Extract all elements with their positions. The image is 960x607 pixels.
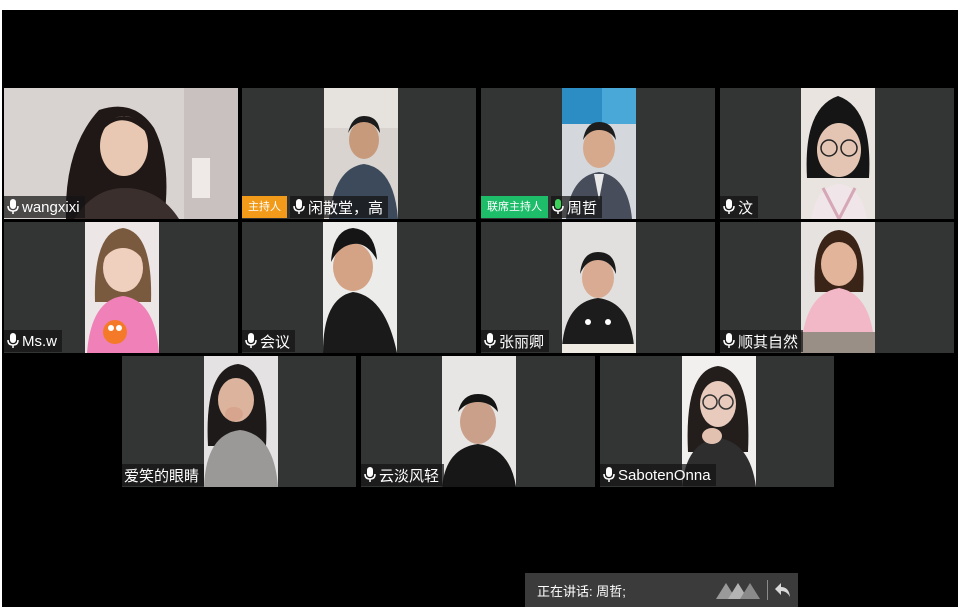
participant-video <box>801 222 875 353</box>
participant-tile-shunqiziran[interactable]: 顺其自然 <box>720 222 954 353</box>
participant-video <box>801 88 875 219</box>
microphone-icon <box>723 333 735 348</box>
participant-tile-msw[interactable]: Ms.w <box>4 222 238 353</box>
participant-name: Ms.w <box>22 332 57 350</box>
participant-label: 顺其自然 <box>720 330 804 352</box>
name-box: 周哲 <box>551 196 603 218</box>
cohost-badge: 联席主持人 <box>481 196 548 218</box>
participant-video <box>442 356 516 487</box>
microphone-icon <box>364 467 376 482</box>
participant-video <box>323 222 397 353</box>
participant-tile-wen[interactable]: 汶 <box>720 88 954 219</box>
name-box: Ms.w <box>4 330 62 352</box>
participant-video <box>562 222 636 353</box>
participant-name: 会议 <box>260 333 291 351</box>
participant-tile-host[interactable]: 主持人 闲散堂，高 <box>242 88 476 219</box>
microphone-icon <box>603 467 615 482</box>
microphone-icon <box>245 333 257 348</box>
participant-name: 汶 <box>738 199 754 217</box>
participant-label: 联席主持人 周哲 <box>481 196 603 218</box>
participant-label: 云淡风轻 <box>361 464 445 486</box>
participant-label: 爱笑的眼睛 <box>122 464 205 486</box>
return-arrow-icon[interactable] <box>773 581 793 599</box>
name-box: 云淡风轻 <box>361 464 445 486</box>
name-box: SabotenOnna <box>600 464 716 486</box>
participant-tile-cohost[interactable]: 联席主持人 周哲 <box>481 88 715 219</box>
microphone-icon <box>7 199 19 214</box>
microphone-icon <box>293 199 305 214</box>
active-speaker-text: 正在讲话: 周哲; <box>537 583 626 599</box>
participant-label: Ms.w <box>4 330 62 352</box>
microphone-icon <box>7 333 19 348</box>
participant-tile-aixiao[interactable]: 爱笑的眼睛 <box>122 356 356 487</box>
participant-name: wangxixi <box>22 198 80 216</box>
participant-video <box>85 222 159 353</box>
participant-label: SabotenOnna <box>600 464 716 486</box>
participant-label: wangxixi <box>4 196 85 218</box>
participant-label: 张丽卿 <box>481 330 550 352</box>
host-badge: 主持人 <box>242 196 287 218</box>
audio-wave-icon <box>716 583 760 599</box>
microphone-icon <box>484 333 496 348</box>
participant-label: 会议 <box>242 330 296 352</box>
participant-name: 顺其自然 <box>738 333 799 351</box>
speaker-bar-divider <box>767 580 768 600</box>
active-microphone-icon <box>552 199 564 214</box>
participant-tile-meeting[interactable]: 会议 <box>242 222 476 353</box>
name-box: 会议 <box>242 330 296 352</box>
microphone-icon <box>723 199 735 214</box>
name-box: wangxixi <box>4 196 85 218</box>
name-box: 爱笑的眼睛 <box>122 464 205 486</box>
participant-name: 云淡风轻 <box>379 467 440 485</box>
participant-tile-sabotenonna[interactable]: SabotenOnna <box>600 356 834 487</box>
name-box: 闲散堂，高 <box>290 196 389 218</box>
name-box: 顺其自然 <box>720 330 804 352</box>
participant-name: 张丽卿 <box>499 333 545 351</box>
participant-name: 闲散堂，高 <box>308 199 384 217</box>
participant-name: SabotenOnna <box>618 466 711 484</box>
participant-label: 主持人 闲散堂，高 <box>242 196 389 218</box>
name-box: 张丽卿 <box>481 330 550 352</box>
participant-tile-zhangliqing[interactable]: 张丽卿 <box>481 222 715 353</box>
name-box: 汶 <box>720 196 759 218</box>
participant-label: 汶 <box>720 196 759 218</box>
participant-tile-yundanfengqing[interactable]: 云淡风轻 <box>361 356 595 487</box>
participant-video <box>204 356 278 487</box>
participant-tile-wangxixi[interactable]: wangxixi <box>4 88 238 219</box>
participant-name: 周哲 <box>567 199 598 217</box>
participant-name: 爱笑的眼睛 <box>124 467 200 485</box>
